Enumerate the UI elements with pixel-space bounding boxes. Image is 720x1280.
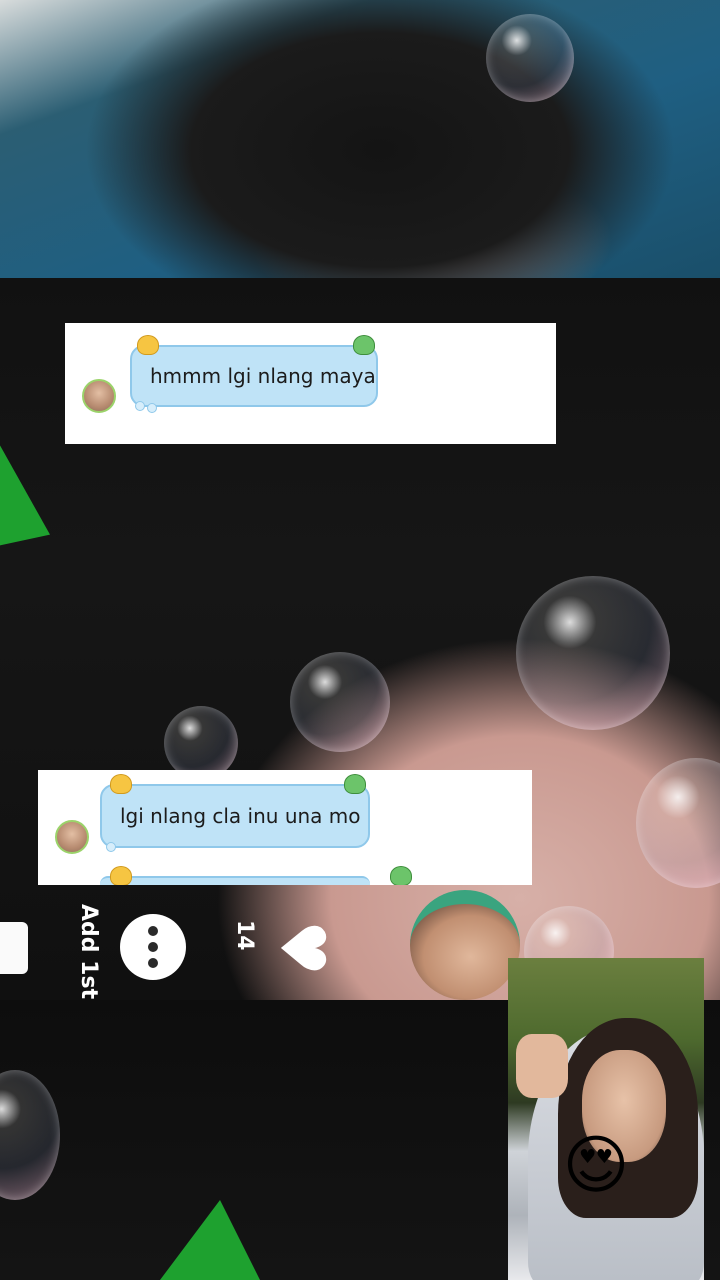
green-shape-decoration: [160, 1200, 260, 1280]
sender-avatar[interactable]: [82, 379, 116, 413]
heart-eyes-emoji: 😍: [562, 1129, 630, 1203]
chat-message-card: hmmm lgi nlang maya: [65, 323, 556, 444]
bubble-dot: [106, 842, 116, 852]
chat-message-card: lgi nlang cla inu una mo: [38, 770, 532, 885]
message-text: lgi nlang cla inu una mo: [120, 804, 361, 828]
peace-sign-hand: [516, 1034, 568, 1098]
soap-bubble: [290, 652, 390, 752]
heart-icon[interactable]: ♥: [266, 918, 339, 978]
bubble-dot: [135, 401, 145, 411]
green-shape-decoration: [0, 434, 50, 546]
message-text: hmmm lgi nlang maya: [150, 364, 376, 388]
frog-sticker-icon: [353, 335, 375, 355]
like-count: 14: [232, 920, 257, 951]
soap-bubble: [486, 14, 574, 102]
sender-avatar[interactable]: [55, 820, 89, 854]
share-tab[interactable]: [0, 922, 28, 974]
add-first-label[interactable]: Add 1st: [76, 904, 101, 999]
video-frame-top: [0, 0, 720, 278]
creator-avatar[interactable]: [410, 890, 520, 1000]
frog-sticker-icon: [344, 774, 366, 794]
bubble-dot: [147, 403, 157, 413]
chat-bubble: hmmm lgi nlang maya: [130, 345, 378, 407]
soap-bubble: [164, 706, 238, 780]
inset-photo[interactable]: 😍: [508, 958, 704, 1280]
chick-sticker-icon: [110, 774, 132, 794]
chick-sticker-icon: [137, 335, 159, 355]
comment-icon[interactable]: [120, 914, 186, 980]
chat-bubble: lgi nlang cla inu una mo: [100, 784, 370, 848]
soap-bubble: [516, 576, 670, 730]
